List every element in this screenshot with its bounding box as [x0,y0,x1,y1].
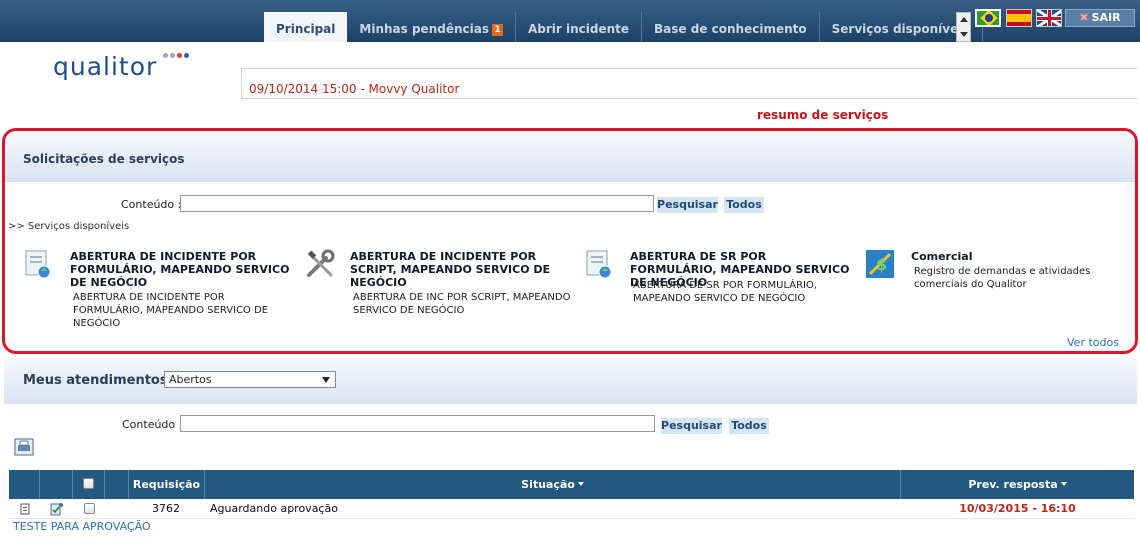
column-header-label: Requisição [132,478,201,491]
column-header-situacao[interactable]: Situação [205,470,901,499]
qualitor-logo: qualitor [53,52,189,81]
tab-label: Serviços disponíveis [831,22,970,36]
service-title[interactable]: ABERTURA DE INCIDENTE POR SCRIPT, MAPEAN… [350,250,570,289]
service-title[interactable]: Comercial [911,250,1131,263]
tab-minhas-pendencias[interactable]: Minhas pendências 1 [347,12,516,42]
cell-situacao: Aguardando aprovação [210,502,338,515]
column-header-requisicao[interactable]: Requisição [129,470,205,515]
exit-button[interactable]: ✖ SAIR [1065,9,1135,27]
tab-label: Principal [276,22,336,36]
attendances-all-button[interactable]: Todos [729,418,769,434]
tab-principal[interactable]: Principal [264,12,348,42]
exit-label: SAIR [1091,11,1121,24]
search-label: Conteúdo : [121,198,182,211]
service-description: ABERTURA DE INC POR SCRIPT, MAPEANDO SER… [353,292,571,316]
header-cell-spacer [105,470,129,499]
close-icon: ✖ [1079,11,1089,24]
attendances-search-button[interactable]: Pesquisar [661,418,722,434]
status-filter-select[interactable]: Abertos [164,371,336,388]
service-description: ABERTURA DE INCIDENTE POR FORMULÁRIO, MA… [73,292,269,329]
table-header: Requisição Situação Prev. resposta [9,470,1134,515]
flag-uk-icon[interactable] [1036,9,1062,27]
chevron-down-icon [322,377,330,383]
logo-dots [163,53,189,58]
tab-base-de-conhecimento[interactable]: Base de conhecimento [642,12,820,42]
money-icon: $ [866,250,894,278]
attendances-search-input[interactable] [180,415,655,432]
attendances-section: Meus atendimentos : Abertos Conteúdo : P… [4,358,1137,547]
row-subtitle-link[interactable]: TESTE PARA APROVAÇÃO [13,520,151,533]
column-header-label: Situação [521,478,575,491]
services-search-input[interactable] [180,195,654,212]
header-cell-detail [9,470,40,499]
service-title[interactable]: ABERTURA DE INCIDENTE POR FORMULÁRIO, MA… [70,250,290,289]
tab-label: Minhas pendências [359,22,489,36]
attendances-title: Meus atendimentos : [23,373,178,388]
select-all-checkbox[interactable] [83,478,94,489]
tab-label: Base de conhecimento [654,22,807,36]
see-all-link[interactable]: Ver todos >> [1067,336,1135,351]
table-row[interactable]: 3762 Aguardando aprovação 10/03/2015 - 1… [9,499,1134,519]
logo-text: qualitor [53,52,158,81]
form-document-icon [25,250,51,279]
status-filter-value: Abertos [169,373,212,386]
row-checkbox[interactable] [84,503,95,514]
attendances-header: Meus atendimentos : Abertos [4,358,1137,404]
flag-spain-icon[interactable] [1006,9,1032,27]
form-document-icon [586,250,612,279]
services-panel-header: Solicitações de serviços [5,131,1135,182]
tab-label: Abrir incidente [527,22,630,36]
header-cell-status [40,470,73,499]
tools-icon [307,249,335,277]
services-search-button[interactable]: Pesquisar [657,197,718,213]
notice-text: 09/10/2014 15:00 - Movvy Qualitor [249,82,460,96]
sort-icon [1060,482,1067,486]
services-panel-title: Solicitações de serviços [23,152,185,166]
cell-prev-resposta: 10/03/2015 - 16:10 [959,502,1076,515]
services-panel: Solicitações de serviços Conteúdo : Pesq… [2,128,1138,354]
scroll-down-icon[interactable] [960,32,968,37]
notice-bar: 09/10/2014 15:00 - Movvy Qualitor [241,68,1137,99]
search-label: Conteúdo : [122,418,183,431]
breadcrumb[interactable]: >> Serviços disponíveis [8,221,129,232]
document-icon[interactable] [19,503,31,515]
cell-requisicao[interactable]: 3762 [129,499,180,519]
approval-icon[interactable] [49,501,65,517]
scroll-up-icon[interactable] [960,17,968,22]
column-header-label: Prev. resposta [968,478,1058,491]
notice-scroll-control[interactable] [956,12,971,42]
print-icon[interactable] [14,438,34,456]
column-header-prev-resposta[interactable]: Prev. resposta [901,470,1134,499]
main-tabs: Principal Minhas pendências 1 Abrir incid… [264,12,983,42]
pending-count-badge: 1 [491,24,503,36]
services-all-button[interactable]: Todos [724,197,764,213]
page: Principal Minhas pendências 1 Abrir incid… [0,0,1140,547]
annotation-label: resumo de serviços [757,108,889,122]
header-cell-select [73,470,105,499]
flag-brazil-icon[interactable] [975,9,1001,27]
svg-text:$: $ [876,255,887,274]
service-description: Registro de demandas e atividades comerc… [914,266,1091,290]
tab-abrir-incidente[interactable]: Abrir incidente [516,12,643,42]
service-description: ABERTURA DE SR POR FORMULÁRIO, MAPEANDO … [633,280,818,304]
sort-icon [577,482,584,486]
